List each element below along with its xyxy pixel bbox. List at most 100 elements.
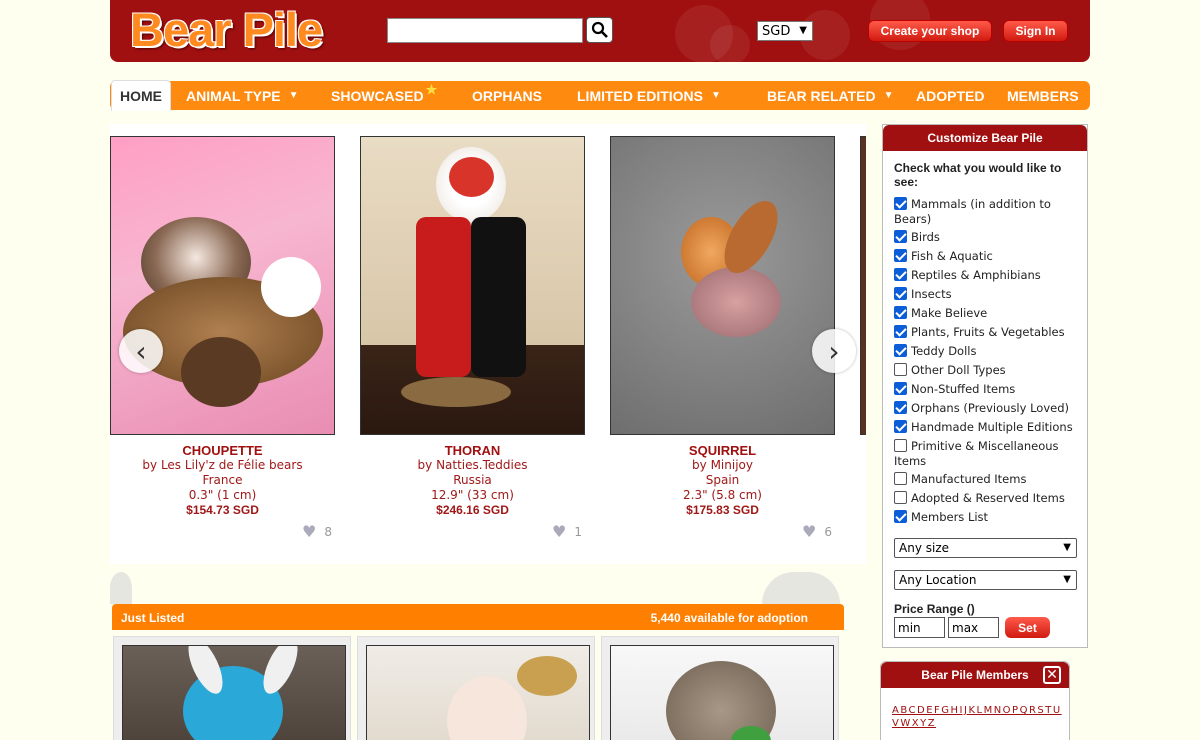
checkbox[interactable] [894,230,907,243]
nav-adopted[interactable]: ADOPTED [916,81,984,110]
product-artist[interactable]: by Les Lily'z de Félie bears [110,458,335,473]
carousel-card[interactable]: THORAN by Natties.Teddies Russia 12.9" (… [360,136,585,541]
chevron-down-icon: ▼ [1063,542,1071,553]
checkbox[interactable] [894,287,907,300]
product-price: $246.16 SGD [436,503,509,517]
category-option[interactable]: Members List [894,510,1084,525]
nav-members[interactable]: MEMBERS [1007,81,1079,110]
category-option[interactable]: Handmade Multiple Editions [894,420,1084,435]
like-count: 6 [824,524,832,539]
product-name[interactable]: SQUIRREL [610,443,835,458]
category-option[interactable]: Fish & Aquatic [894,249,1084,264]
category-option-label: Primitive & Miscellaneous Items [894,439,1059,468]
listing-image[interactable] [366,645,590,740]
carousel-prev-button[interactable]: ‹ [119,329,163,373]
like-counter[interactable]: ♥ 6 [802,522,832,541]
checkbox[interactable] [894,420,907,433]
heart-icon: ♥ [302,522,317,541]
chevron-down-icon: ▼ [799,25,807,36]
just-listed-bar: Just Listed 5,440 available for adoption [112,604,844,630]
member-letter-index[interactable]: ABCDEFGHIJKLMNOPQRSTUVWXYZ [892,704,1064,730]
listing-image[interactable] [610,645,834,740]
product-image[interactable] [360,136,585,435]
create-shop-button[interactable]: Create your shop [868,20,992,42]
category-option[interactable]: Non-Stuffed Items [894,382,1084,397]
carousel-next-button[interactable]: › [812,329,856,373]
caret-down-icon: ▼ [711,90,721,101]
category-option-label: Other Doll Types [911,363,1006,377]
sign-in-button[interactable]: Sign In [1003,20,1068,42]
bear-decoration [762,572,840,604]
category-option[interactable]: Insects [894,287,1084,302]
carousel-card[interactable]: SQUIRREL by Minijoy Spain 2.3" (5.8 cm) … [610,136,835,541]
listing-card[interactable] [601,636,839,740]
adoption-count: 5,440 available for adoption [650,611,808,625]
price-min-input[interactable]: min [894,617,945,638]
category-option[interactable]: Mammals (in addition to Bears) [894,197,1084,227]
like-counter[interactable]: ♥ 1 [552,522,582,541]
checkbox[interactable] [894,306,907,319]
category-option[interactable]: Orphans (Previously Loved) [894,401,1084,416]
customize-title: Customize Bear Pile [883,125,1087,151]
search-input[interactable] [387,18,583,43]
category-option[interactable]: Reptiles & Amphibians [894,268,1084,283]
customize-panel: Customize Bear Pile Check what you would… [882,124,1088,648]
nav-animal-type[interactable]: ANIMAL TYPE ▼ [186,81,299,110]
nav-orphans[interactable]: ORPHANS [472,81,542,110]
category-option[interactable]: Make Believe [894,306,1084,321]
product-artist[interactable]: by Minijoy [610,458,835,473]
just-listed-title: Just Listed [121,611,185,625]
close-icon[interactable]: ✕ [1043,666,1061,684]
category-option-label: Mammals (in addition to Bears) [894,197,1051,226]
checkbox[interactable] [894,472,907,485]
category-option[interactable]: Birds [894,230,1084,245]
site-logo[interactable]: Bear Pile [130,2,323,57]
star-icon: ★ [425,81,438,97]
nav-bear-related[interactable]: BEAR RELATED ▼ [767,81,894,110]
currency-select[interactable]: SGD ▼ [757,21,813,41]
category-option-label: Orphans (Previously Loved) [911,401,1070,415]
like-counter[interactable]: ♥ 8 [302,522,332,541]
category-option[interactable]: Plants, Fruits & Vegetables [894,325,1084,340]
checkbox[interactable] [894,344,907,357]
checkbox[interactable] [894,491,907,504]
listing-card[interactable] [113,636,351,740]
checkbox[interactable] [894,325,907,338]
checkbox[interactable] [894,510,907,523]
nav-limited-editions[interactable]: LIMITED EDITIONS ▼ [577,81,721,110]
listing-card[interactable] [357,636,595,740]
search-button[interactable] [586,17,613,43]
price-max-input[interactable]: max [948,617,999,638]
product-name[interactable]: CHOUPETTE [110,443,335,458]
checkbox[interactable] [894,249,907,262]
carousel-card[interactable]: CHOUPETTE by Les Lily'z de Félie bears F… [110,136,335,541]
nav-members-label: MEMBERS [1007,87,1079,104]
category-option[interactable]: Teddy Dolls [894,344,1084,359]
checkbox[interactable] [894,197,907,210]
category-option[interactable]: Manufactured Items [894,472,1084,487]
chevron-left-icon: ‹ [135,334,147,368]
product-artist[interactable]: by Natties.Teddies [360,458,585,473]
category-option-label: Plants, Fruits & Vegetables [911,325,1065,339]
checkbox[interactable] [894,439,907,452]
nav-showcased-label: SHOWCASED [331,87,424,104]
nav-home[interactable]: HOME [111,80,171,111]
location-select[interactable]: Any Location ▼ [894,570,1077,590]
checkbox[interactable] [894,382,907,395]
product-image[interactable] [610,136,835,435]
checkbox[interactable] [894,268,907,281]
size-select[interactable]: Any size ▼ [894,538,1077,558]
category-option[interactable]: Other Doll Types [894,363,1084,378]
product-name[interactable]: THORAN [360,443,585,458]
product-image[interactable] [110,136,335,435]
heart-icon: ♥ [802,522,817,541]
checkbox[interactable] [894,401,907,414]
site-header: Bear Pile SGD ▼ Create your shop Sign In [110,0,1090,62]
category-option[interactable]: Adopted & Reserved Items [894,491,1084,506]
caret-down-icon: ▼ [288,90,299,101]
price-set-button[interactable]: Set [1005,617,1050,638]
nav-showcased[interactable]: SHOWCASED ★ [331,81,437,110]
category-option[interactable]: Primitive & Miscellaneous Items [894,439,1084,469]
checkbox[interactable] [894,363,907,376]
listing-image[interactable] [122,645,346,740]
